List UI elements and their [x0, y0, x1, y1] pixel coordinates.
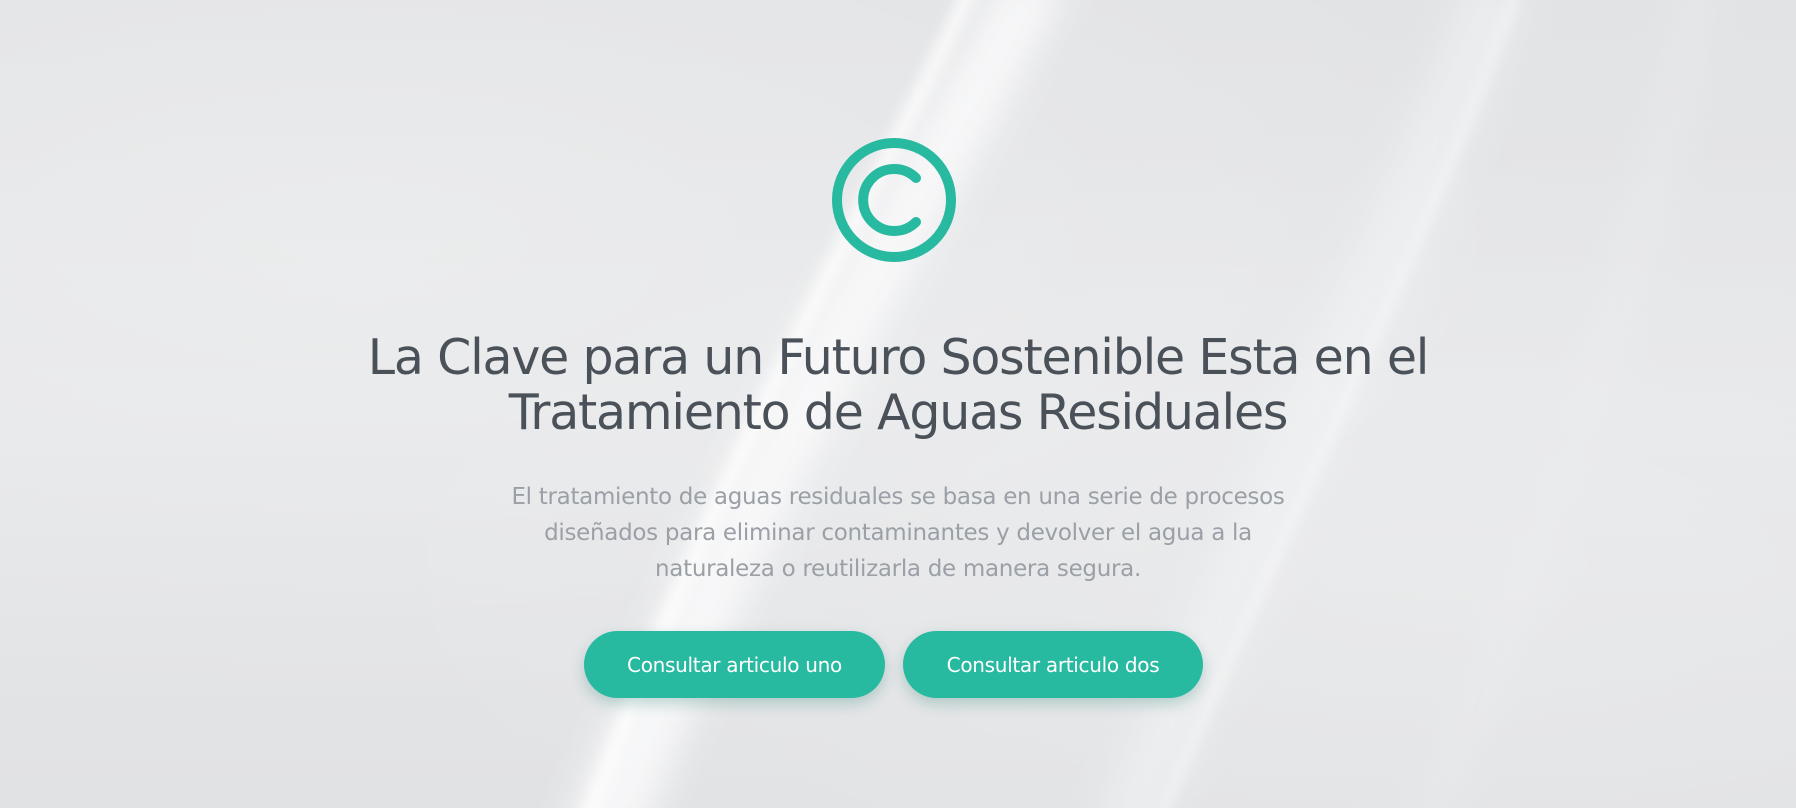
hero-subtitle-line-3: naturaleza o reutilizarla de manera segu…	[655, 556, 1141, 582]
hero-section: La Clave para un Futuro Sostenible Esta …	[0, 0, 1796, 808]
hero-subtitle-line-1: El tratamiento de aguas residuales se ba…	[511, 484, 1285, 510]
hero-title-line-1: La Clave para un Futuro Sostenible Esta …	[367, 329, 1430, 386]
hero-title: La Clave para un Futuro Sostenible Esta …	[298, 330, 1498, 440]
hero-subtitle-line-2: diseñados para eliminar contaminantes y …	[544, 520, 1252, 546]
hero-subtitle: El tratamiento de aguas residuales se ba…	[448, 479, 1348, 587]
hero-title-line-2: Tratamiento de Aguas Residuales	[508, 384, 1289, 441]
copyright-c-icon	[832, 138, 956, 262]
consult-article-two-button[interactable]: Consultar articulo dos	[903, 631, 1203, 698]
consult-article-one-button[interactable]: Consultar articulo uno	[584, 631, 885, 698]
